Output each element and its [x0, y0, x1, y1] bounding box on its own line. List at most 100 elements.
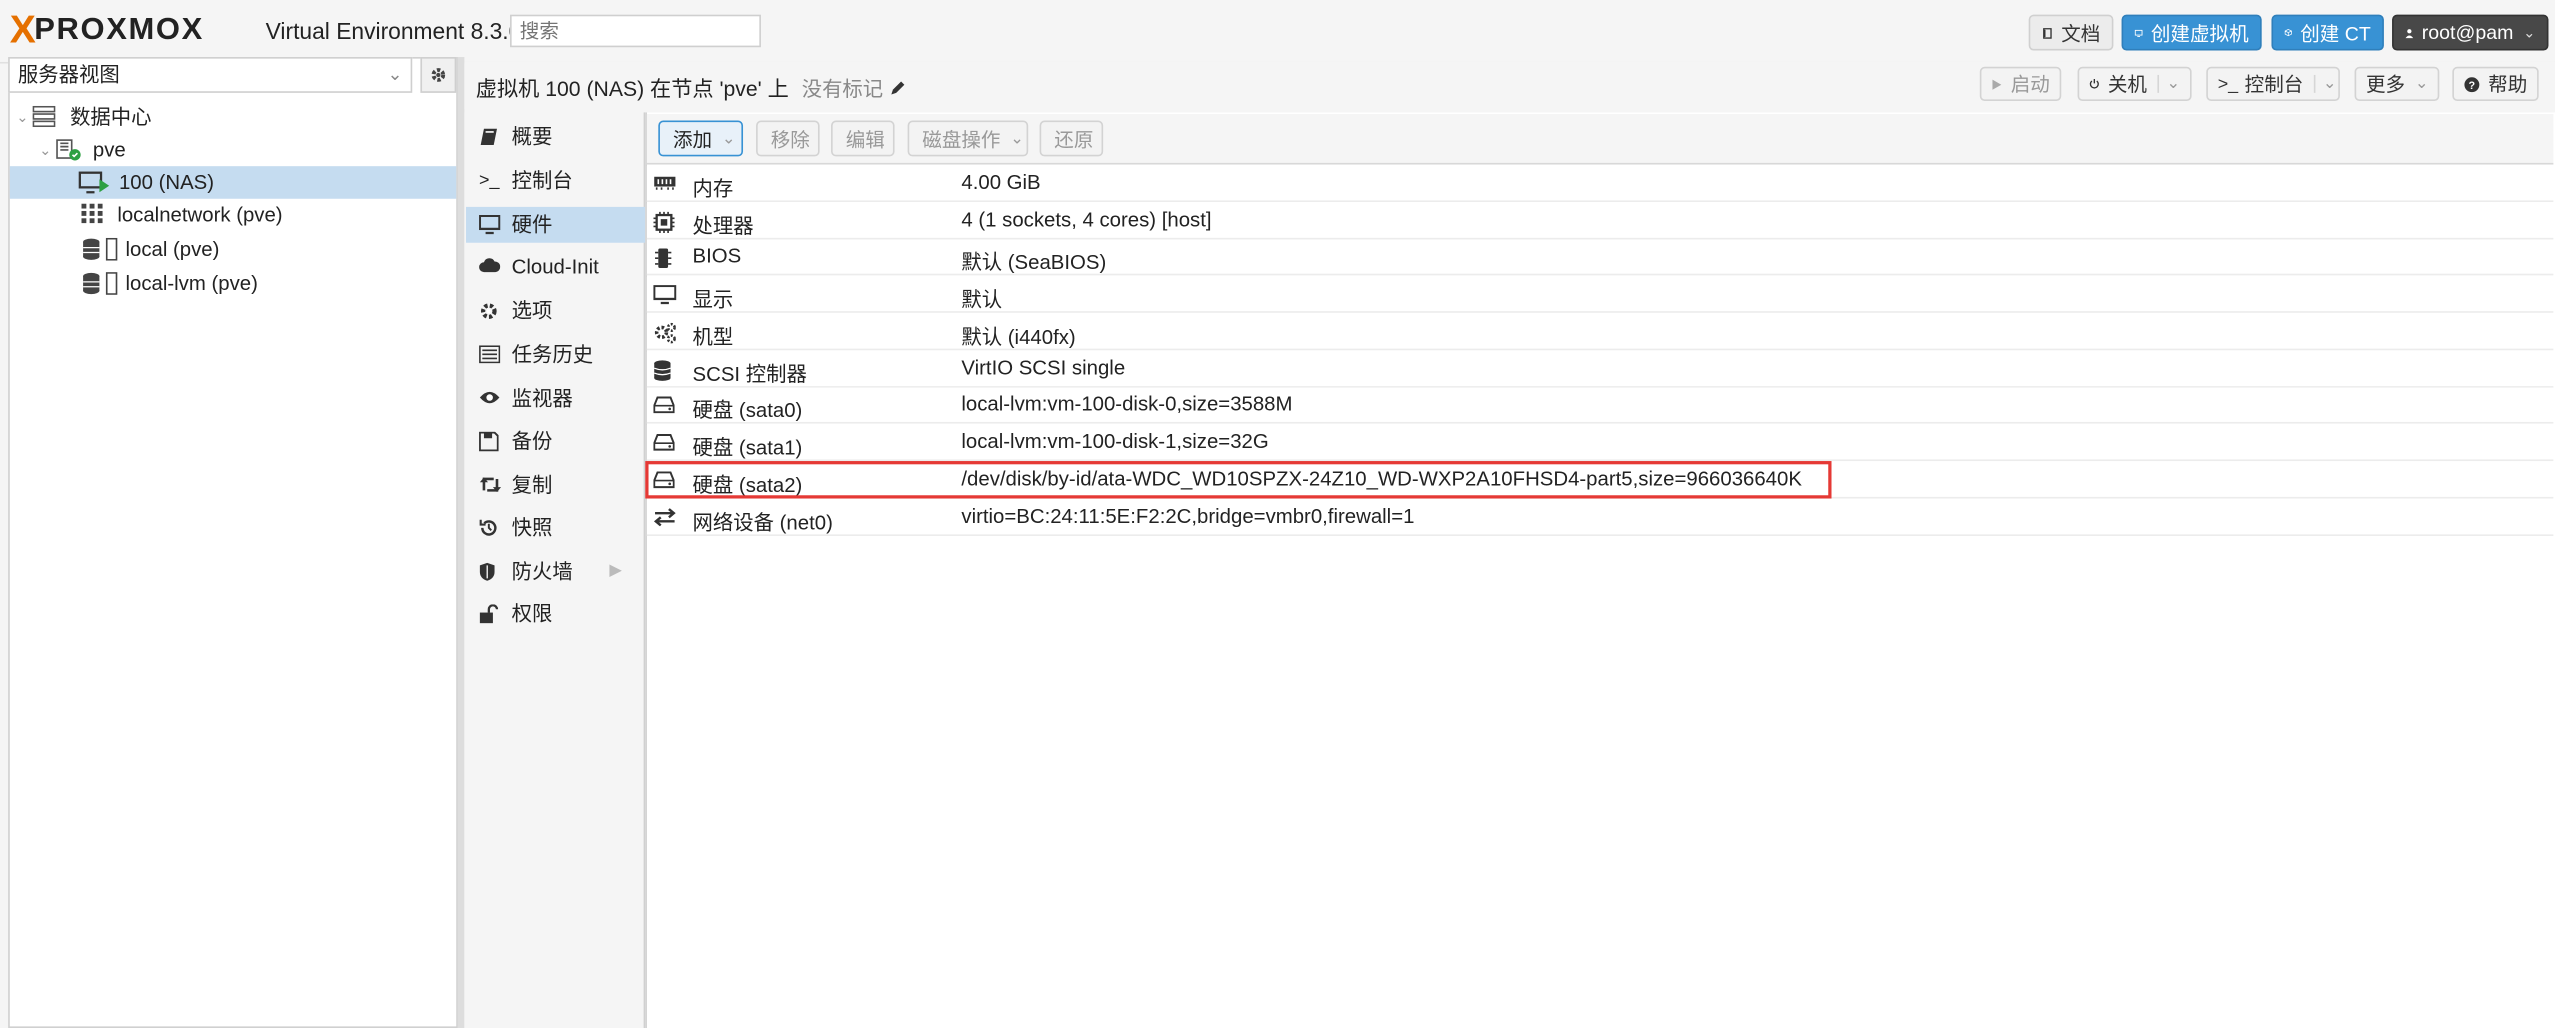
pencil-icon — [890, 81, 904, 95]
chevron-down-icon: ⌄ — [2313, 74, 2337, 93]
nav-permissions[interactable]: 权限 — [466, 596, 645, 632]
hardware-key: SCSI 控制器 — [692, 363, 807, 387]
edit-button[interactable]: 编辑 — [831, 120, 895, 157]
disk-action-label: 磁盘操作 — [922, 127, 1001, 151]
tree-item-datacenter[interactable]: ⌄ 数据中心 — [10, 101, 456, 134]
book-icon — [2043, 27, 2052, 38]
nav-task-history[interactable]: 任务历史 — [466, 337, 645, 373]
hardware-row-disk-sata0[interactable]: 硬盘 (sata0) local-lvm:vm-100-disk-0,size=… — [646, 387, 2554, 424]
revert-label: 还原 — [1054, 127, 1094, 151]
start-label: 启动 — [2010, 73, 2050, 97]
view-settings-button[interactable] — [420, 57, 457, 93]
chevron-down-icon: ⌄ — [387, 65, 403, 85]
tree-item-localnetwork[interactable]: localnetwork (pve) — [10, 199, 456, 232]
hardware-row-scsi-controller[interactable]: SCSI 控制器 VirtIO SCSI single — [646, 351, 2554, 388]
disk-action-button[interactable]: 磁盘操作 ⌄ — [907, 120, 1029, 157]
hardware-row-bios[interactable]: BIOS 默认 (SeaBIOS) — [646, 239, 2554, 276]
more-button[interactable]: 更多 ⌄ — [2354, 66, 2440, 102]
nav-label: 概要 — [511, 125, 553, 149]
nav-label: 防火墙 — [511, 560, 573, 584]
nav-summary[interactable]: 概要 — [466, 119, 645, 155]
console-label: 控制台 — [2244, 73, 2304, 97]
nav-hardware[interactable]: 硬件 — [466, 206, 646, 243]
console-button[interactable]: >_ 控制台 ⌄ — [2206, 66, 2340, 102]
shutdown-button[interactable]: 关机 ⌄ — [2077, 66, 2192, 102]
tree-item-local[interactable]: local (pve) — [10, 233, 456, 266]
nav-console[interactable]: >_ 控制台 — [466, 163, 645, 199]
power-icon — [2089, 79, 2099, 89]
hardware-row-disk-sata1[interactable]: 硬盘 (sata1) local-lvm:vm-100-disk-1,size=… — [646, 425, 2554, 462]
hardware-key: 硬盘 (sata2) — [692, 474, 803, 497]
nav-options[interactable]: 选项 — [466, 293, 645, 329]
collapse-arrow-icon: ⌄ — [16, 109, 29, 126]
start-button[interactable]: 启动 — [1979, 66, 2062, 102]
tags-edit[interactable]: 没有标记 — [802, 72, 905, 103]
help-button[interactable]: ? 帮助 — [2452, 66, 2539, 102]
revert-button[interactable]: 还原 — [1039, 120, 1104, 157]
hardware-row-display[interactable]: 显示 默认 — [646, 276, 2554, 313]
hardware-key: 网络设备 (net0) — [692, 511, 833, 535]
retweet-icon — [479, 477, 502, 493]
hardware-value: 默认 (SeaBIOS) — [961, 250, 1107, 274]
nav-backup[interactable]: 备份 — [466, 424, 645, 460]
create-ct-button[interactable]: 创建 CT — [2271, 14, 2384, 51]
hardware-value: 默认 (i440fx) — [961, 325, 1076, 349]
tree-item-pve[interactable]: ⌄ pve — [10, 134, 456, 167]
nav-label: 备份 — [511, 430, 553, 453]
vm-running-icon — [78, 171, 110, 194]
nav-snapshots[interactable]: 快照 — [466, 510, 645, 546]
nav-cloud-init[interactable]: Cloud-Init — [466, 249, 645, 285]
hardware-value: 4 (1 sockets, 4 cores) [host] — [961, 208, 1212, 232]
tree-item-label: localnetwork (pve) — [117, 203, 283, 227]
hardware-key: 显示 — [692, 288, 734, 312]
chevron-down-icon: ⌄ — [2156, 74, 2180, 93]
tree-item-label: 数据中心 — [70, 105, 152, 129]
create-vm-button[interactable]: 创建虚拟机 — [2121, 14, 2262, 51]
chevron-down-icon: ⌄ — [2523, 23, 2536, 40]
tags-label: 没有标记 — [801, 78, 884, 102]
nav-firewall[interactable]: 防火墙 ▶ — [466, 554, 645, 590]
hdd-icon — [653, 471, 675, 489]
storage-icon — [83, 237, 118, 261]
hardware-row-cpu[interactable]: 处理器 4 (1 sockets, 4 cores) [host] — [646, 203, 2554, 240]
search-input[interactable] — [510, 14, 761, 48]
desktop-icon — [653, 285, 677, 305]
user-menu-button[interactable]: root@pam ⌄ — [2392, 14, 2549, 51]
user-label: root@pam — [2421, 21, 2514, 44]
add-button[interactable]: 添加 ⌄ — [658, 120, 744, 157]
history-icon — [479, 519, 497, 536]
docs-button[interactable]: 文档 — [2028, 14, 2114, 51]
hardware-row-memory[interactable]: 内存 4.00 GiB — [646, 166, 2554, 203]
tree-item-label: local (pve) — [125, 237, 220, 261]
eye-icon — [479, 391, 500, 404]
nav-monitor[interactable]: 监视器 — [466, 381, 645, 417]
terminal-icon: >_ — [2217, 74, 2239, 94]
proxmox-logo: X PROXMOX — [10, 8, 204, 52]
tree-item-local-lvm[interactable]: local-lvm (pve) — [10, 267, 456, 300]
gears-icon — [654, 322, 676, 344]
hardware-value: /dev/disk/by-id/ata-WDC_WD10SPZX-24Z10_W… — [961, 467, 1802, 491]
remove-button[interactable]: 移除 — [756, 120, 820, 157]
nav-label: 快照 — [511, 516, 553, 540]
nav-replication[interactable]: 复制 — [466, 468, 645, 504]
nav-label: 硬件 — [511, 213, 553, 237]
logo-text: PROXMOX — [34, 13, 204, 48]
hdd-icon — [653, 396, 675, 414]
chevron-down-icon: ⌄ — [1010, 129, 1024, 148]
tree-item-vm-100[interactable]: 100 (NAS) — [9, 166, 457, 199]
hardware-row-disk-sata2[interactable]: 硬盘 (sata2) /dev/disk/by-id/ata-WDC_WD10S… — [646, 462, 2554, 499]
collapse-arrow-icon: ⌄ — [39, 141, 52, 159]
hardware-row-network-net0[interactable]: 网络设备 (net0) virtio=BC:24:11:5E:F2:2C,bri… — [646, 500, 2554, 536]
nav-label: 任务历史 — [511, 343, 594, 367]
page-title: 虚拟机 100 (NAS) 在节点 'pve' 上 — [475, 76, 789, 102]
view-select[interactable]: 服务器视图 ⌄ — [8, 57, 413, 93]
unlock-icon — [479, 604, 499, 624]
hardware-key: BIOS — [692, 244, 742, 268]
cloud-icon — [479, 258, 501, 273]
help-label: 帮助 — [2488, 73, 2528, 97]
cpu-icon — [653, 211, 675, 233]
product-version: Virtual Environment 8.3.0 — [265, 17, 522, 44]
storage-icon — [83, 272, 118, 295]
hardware-row-machine[interactable]: 机型 默认 (i440fx) — [646, 314, 2554, 351]
memory-icon — [654, 176, 676, 190]
